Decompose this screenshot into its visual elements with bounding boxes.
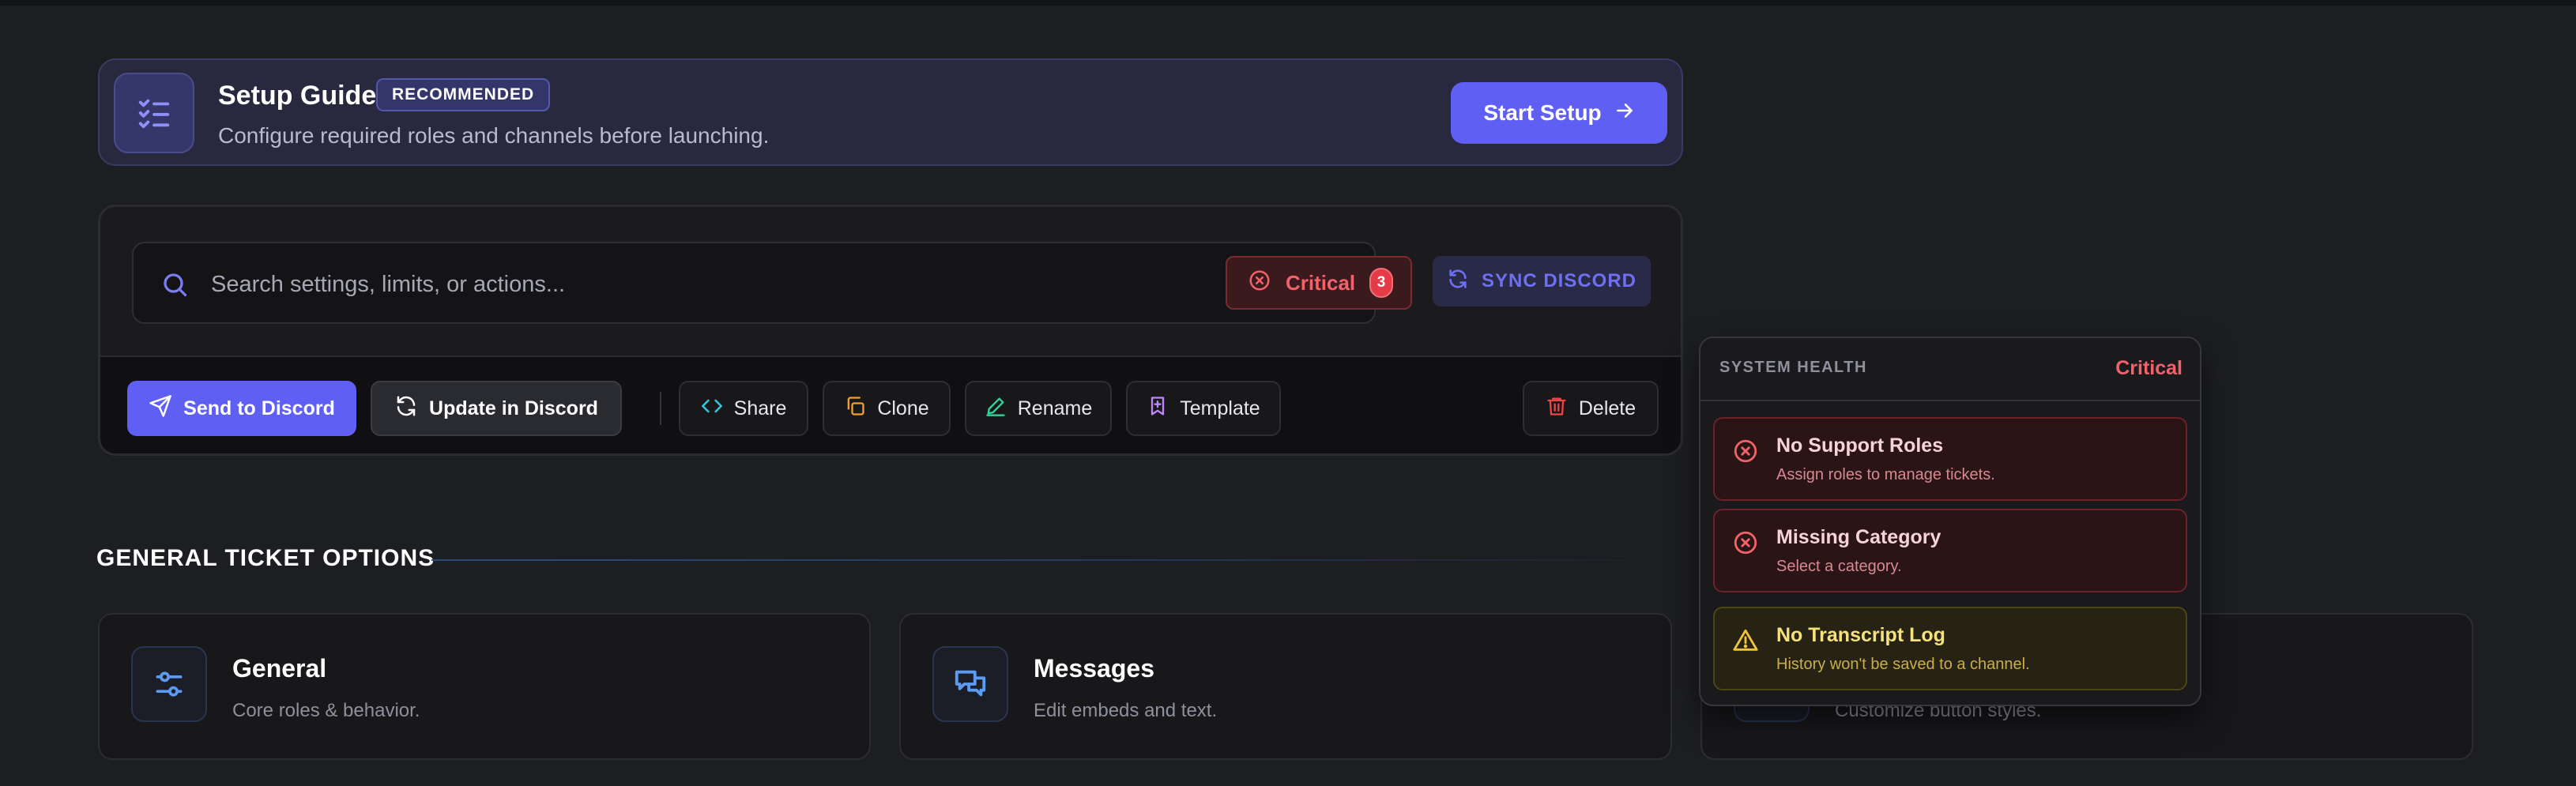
x-circle-icon: [1732, 529, 1759, 560]
x-circle-icon: [1732, 438, 1759, 468]
health-issue-item[interactable]: No Support Roles Assign roles to manage …: [1713, 417, 2187, 501]
system-health-header: SYSTEM HEALTH Critical: [1700, 338, 2200, 401]
search-bar[interactable]: /: [132, 242, 1376, 324]
code-icon: [701, 395, 723, 423]
delete-button[interactable]: Delete: [1523, 381, 1659, 436]
pencil-icon: [985, 395, 1007, 423]
template-label: Template: [1180, 397, 1260, 419]
list-checks-icon: [114, 73, 194, 153]
issue-title: No Support Roles: [1776, 434, 1944, 457]
warning-triangle-icon: [1732, 627, 1759, 658]
send-icon: [149, 394, 172, 423]
update-in-discord-button[interactable]: Update in Discord: [371, 381, 622, 436]
send-to-discord-label: Send to Discord: [183, 397, 335, 419]
editor-toolbar-panel: / Critical 3 SYNC DISCORD Send to Discor…: [98, 205, 1683, 456]
x-circle-icon: [1248, 269, 1271, 298]
card-title: Messages: [1034, 654, 1154, 683]
card-title: General: [232, 654, 327, 683]
action-divider: [660, 392, 661, 425]
action-bar: Send to Discord Update in Discord Share …: [100, 355, 1681, 453]
update-in-discord-label: Update in Discord: [429, 397, 598, 419]
rename-button[interactable]: Rename: [965, 381, 1112, 436]
sync-discord-button[interactable]: SYNC DISCORD: [1433, 256, 1651, 307]
bookmark-plus-icon: [1147, 395, 1169, 423]
system-health-label: SYSTEM HEALTH: [1719, 359, 1867, 376]
delete-label: Delete: [1578, 397, 1636, 419]
critical-status-button[interactable]: Critical 3: [1226, 256, 1412, 310]
health-issue-item[interactable]: No Transcript Log History won't be saved…: [1713, 607, 2187, 690]
system-health-dropdown: SYSTEM HEALTH Critical No Support Roles …: [1699, 337, 2201, 706]
issue-title: Missing Category: [1776, 526, 1941, 548]
top-edge: [0, 0, 2576, 6]
critical-count-badge: 3: [1369, 268, 1393, 298]
clone-label: Clone: [877, 397, 929, 419]
messages-icon: [932, 646, 1008, 722]
section-title: GENERAL TICKET OPTIONS: [96, 545, 435, 571]
system-health-status: Critical: [2115, 357, 2182, 379]
card-description: Core roles & behavior.: [232, 700, 420, 721]
card-description: Edit embeds and text.: [1034, 700, 1218, 721]
critical-label: Critical: [1286, 270, 1356, 295]
share-label: Share: [733, 397, 787, 419]
setup-guide-description: Configure required roles and channels be…: [218, 123, 770, 148]
recommended-badge: RECOMMENDED: [376, 78, 551, 111]
rename-label: Rename: [1017, 397, 1093, 419]
sync-discord-label: SYNC DISCORD: [1481, 270, 1637, 291]
start-setup-button[interactable]: Start Setup: [1451, 82, 1667, 144]
setup-guide-title: Setup Guide: [218, 81, 377, 111]
refresh-icon: [394, 394, 418, 423]
issue-title: No Transcript Log: [1776, 624, 1945, 646]
arrow-right-icon: [1614, 100, 1635, 126]
sliders-icon: [131, 646, 207, 722]
clone-button[interactable]: Clone: [823, 381, 951, 436]
setup-guide-banner: Setup Guide RECOMMENDED Configure requir…: [98, 58, 1683, 166]
issue-description: History won't be saved to a channel.: [1776, 656, 2030, 673]
issue-description: Select a category.: [1776, 558, 1902, 575]
share-button[interactable]: Share: [679, 381, 808, 436]
search-icon: [160, 270, 189, 303]
send-to-discord-button[interactable]: Send to Discord: [127, 381, 356, 436]
messages-card[interactable]: Messages Edit embeds and text.: [899, 613, 1672, 760]
start-setup-label: Start Setup: [1483, 100, 1602, 125]
refresh-icon: [1447, 268, 1469, 295]
template-button[interactable]: Template: [1126, 381, 1281, 436]
search-input[interactable]: [211, 267, 1270, 302]
issue-description: Assign roles to manage tickets.: [1776, 466, 1995, 483]
health-issue-item[interactable]: Missing Category Select a category.: [1713, 509, 2187, 592]
copy-icon: [844, 395, 866, 423]
general-card[interactable]: General Core roles & behavior.: [98, 613, 871, 760]
trash-icon: [1546, 395, 1568, 423]
section-divider: [431, 559, 1683, 561]
